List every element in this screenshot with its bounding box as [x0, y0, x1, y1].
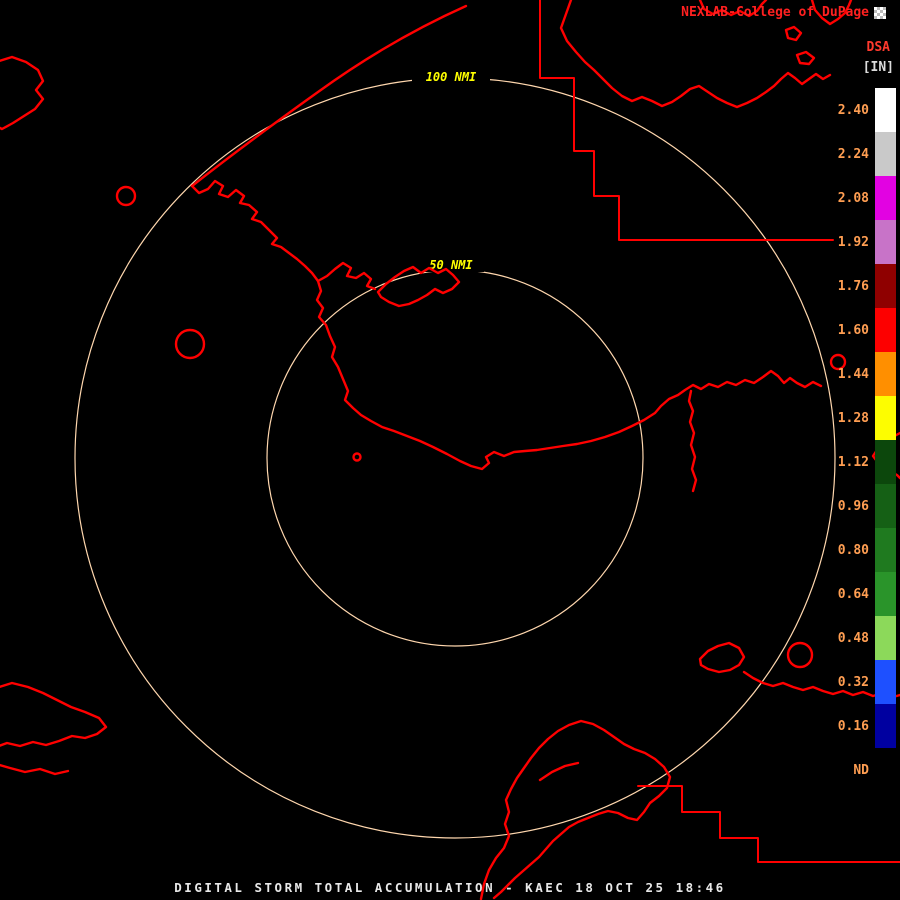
footer-title: DIGITAL STORM TOTAL ACCUMULATION - KAEC … [0, 880, 900, 895]
colorbar-swatch [875, 616, 896, 660]
colorbar-row: 0.64 [827, 572, 896, 616]
colorbar-row: 0.32 [827, 660, 896, 704]
colorbar-row: 0.16 [827, 704, 896, 748]
colorbar-row: 2.08 [827, 176, 896, 220]
colorbar-row: ND [827, 748, 896, 792]
branding: NEXLAB-College of DuPage [681, 5, 886, 20]
colorbar-swatch [875, 440, 896, 484]
colorbar-tick-label: 0.64 [827, 587, 869, 602]
colorbar-swatch [875, 88, 896, 132]
colorbar-tick-label: 0.48 [827, 631, 869, 646]
units-label: [IN] [863, 60, 894, 75]
colorbar-row: 0.96 [827, 484, 896, 528]
colorbar-tick-label: 0.96 [827, 499, 869, 514]
colorbar-tick-label: 1.28 [827, 411, 869, 426]
colorbar-tick-label: 1.60 [827, 323, 869, 338]
colorbar-tick-label: 1.76 [827, 279, 869, 294]
colorbar: 2.40 2.24 2.08 1.92 1.76 1.60 1.44 1.28 1.12 0.96… [827, 88, 896, 792]
colorbar-row: 1.76 [827, 264, 896, 308]
colorbar-row: 1.28 [827, 396, 896, 440]
ring-label-100nmi: 100 NMI [426, 70, 477, 84]
colorbar-tick-label: 0.16 [827, 719, 869, 734]
colorbar-swatch [875, 748, 896, 792]
colorbar-tick-label: 2.24 [827, 147, 869, 162]
colorbar-row: 2.24 [827, 132, 896, 176]
product-code-label: DSA [867, 40, 890, 55]
colorbar-row: 0.48 [827, 616, 896, 660]
colorbar-swatch [875, 704, 896, 748]
colorbar-swatch [875, 484, 896, 528]
cod-logo-icon [874, 7, 886, 19]
colorbar-tick-label: 0.80 [827, 543, 869, 558]
colorbar-tick-label: 1.44 [827, 367, 869, 382]
colorbar-tick-label: 2.40 [827, 103, 869, 118]
coastline-paths [0, 0, 900, 899]
colorbar-swatch [875, 176, 896, 220]
colorbar-swatch [875, 308, 896, 352]
branding-text: NEXLAB-College of DuPage [681, 5, 869, 20]
colorbar-row: 1.60 [827, 308, 896, 352]
colorbar-tick-label: 0.32 [827, 675, 869, 690]
colorbar-tick-label: 1.12 [827, 455, 869, 470]
colorbar-tick-label: 1.92 [827, 235, 869, 250]
colorbar-swatch [875, 572, 896, 616]
colorbar-tick-label: ND [827, 763, 869, 778]
colorbar-row: 1.92 [827, 220, 896, 264]
ring-label-50nmi: 50 NMI [429, 258, 473, 272]
colorbar-row: 1.44 [827, 352, 896, 396]
colorbar-swatch [875, 264, 896, 308]
radar-display: 100 NMI 50 NMI [0, 0, 900, 900]
colorbar-swatch [875, 396, 896, 440]
colorbar-tick-label: 2.08 [827, 191, 869, 206]
colorbar-swatch [875, 220, 896, 264]
colorbar-swatch [875, 352, 896, 396]
colorbar-swatch [875, 132, 896, 176]
colorbar-row: 0.80 [827, 528, 896, 572]
colorbar-row: 2.40 [827, 88, 896, 132]
colorbar-swatch [875, 660, 896, 704]
map-svg: 100 NMI 50 NMI [0, 0, 900, 900]
colorbar-swatch [875, 528, 896, 572]
colorbar-row: 1.12 [827, 440, 896, 484]
